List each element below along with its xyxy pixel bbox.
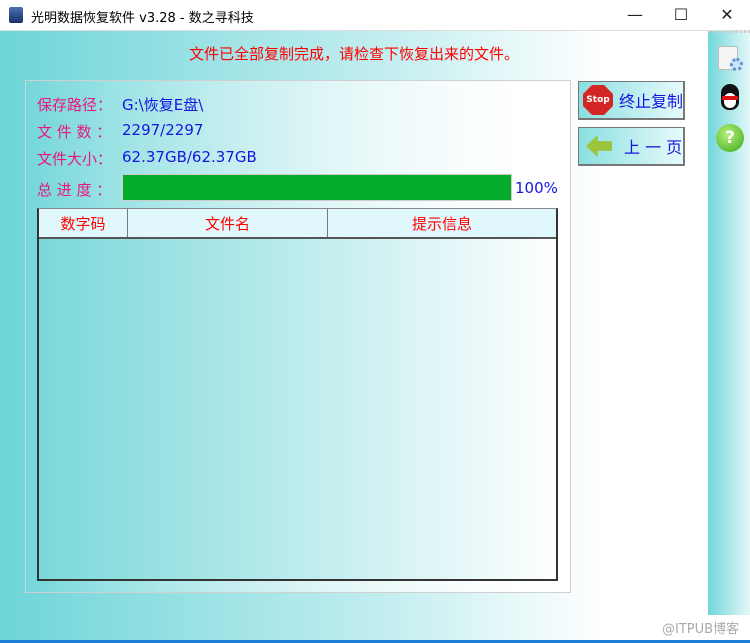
progress-fill <box>123 175 511 200</box>
table-header: 数字码 文件名 提示信息 <box>39 209 556 239</box>
window-title: 光明数据恢复软件 v3.28 - 数之寻科技 <box>31 11 254 26</box>
status-message: 文件已全部复制完成，请检查下恢复出来的文件。 <box>188 45 519 63</box>
stop-icon: Stop <box>583 85 613 115</box>
right-sidebar <box>708 31 750 615</box>
stop-copy-button[interactable]: Stop 终止复制 <box>578 81 685 120</box>
file-table: 数字码 文件名 提示信息 <box>37 208 558 581</box>
file-count-value: 2297/2297 <box>122 121 204 139</box>
help-icon[interactable]: ? <box>716 124 744 152</box>
column-header-filename[interactable]: 文件名 <box>128 209 328 237</box>
column-header-message[interactable]: 提示信息 <box>328 209 556 237</box>
title-bar: 光明数据恢复软件 v3.28 - 数之寻科技 — ☐ ✕ <box>0 0 750 31</box>
app-icon <box>9 7 23 23</box>
maximize-button[interactable]: ☐ <box>658 0 704 31</box>
previous-page-button[interactable]: 上 一 页 <box>578 127 685 166</box>
settings-icon[interactable] <box>716 44 744 72</box>
watermark: @ITPUB博客 <box>662 622 740 637</box>
stop-copy-label: 终止复制 <box>619 92 684 111</box>
qq-penguin-icon[interactable] <box>716 84 744 112</box>
save-path-value: G:\恢复E盘\ <box>122 96 204 114</box>
progress-label: 总 进 度 ： <box>37 181 112 199</box>
file-size-value: 62.37GB/62.37GB <box>122 148 257 166</box>
file-count-label: 文 件 数 ： <box>37 123 112 141</box>
file-size-label: 文件大小： <box>37 150 113 168</box>
progress-percent: 100% <box>515 179 558 197</box>
previous-page-label: 上 一 页 <box>624 138 683 157</box>
close-button[interactable]: ✕ <box>704 0 750 31</box>
progress-bar <box>122 174 512 201</box>
arrow-left-icon <box>586 135 612 157</box>
save-path-label: 保存路径： <box>37 96 113 114</box>
column-header-code[interactable]: 数字码 <box>39 209 128 237</box>
minimize-button[interactable]: — <box>612 0 658 31</box>
